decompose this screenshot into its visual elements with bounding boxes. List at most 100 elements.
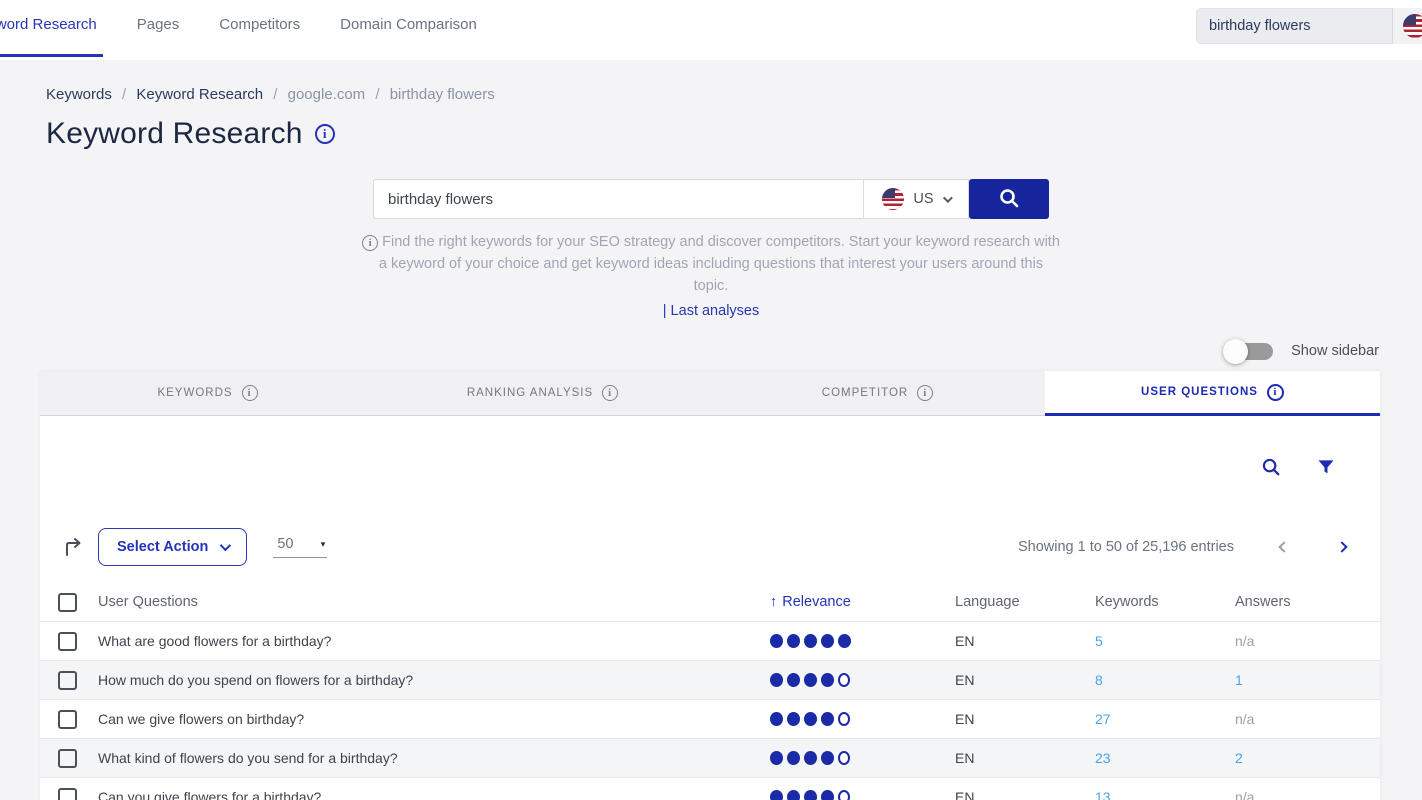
tab-info-icon[interactable]: i: [917, 385, 933, 401]
select-action-label: Select Action: [117, 539, 208, 555]
answers-count-link[interactable]: 1: [1235, 672, 1380, 688]
relevance-dot-filled: [804, 790, 817, 800]
header-user-questions[interactable]: User Questions: [98, 594, 770, 610]
tab-label: RANKING ANALYSIS: [467, 387, 593, 399]
answers-count-link[interactable]: 2: [1235, 750, 1380, 766]
tab-info-icon[interactable]: i: [1267, 384, 1284, 401]
country-flag-segment[interactable]: [1393, 8, 1422, 44]
table-row: How much do you spend on flowers for a b…: [40, 660, 1380, 699]
showing-entries-text: Showing 1 to 50 of 25,196 entries: [1018, 539, 1234, 555]
keywords-count-link[interactable]: 13: [1095, 789, 1111, 800]
answers-value: n/a: [1235, 633, 1380, 649]
toggle-knob: [1223, 339, 1248, 364]
relevance-dot-filled: [787, 712, 800, 726]
us-flag-icon: [882, 188, 904, 210]
global-search-box: [1196, 8, 1422, 44]
nav-item-pages[interactable]: Pages: [137, 16, 180, 57]
relevance-dot-filled: [770, 634, 783, 648]
export-arrow-icon[interactable]: [62, 535, 86, 559]
user-question-text: What kind of flowers do you send for a b…: [98, 750, 770, 766]
keywords-count-link[interactable]: 23: [1095, 750, 1111, 766]
chevron-right-icon: [1336, 541, 1347, 552]
chevron-down-icon: [943, 193, 953, 203]
relevance-dot-outline: [838, 712, 850, 726]
country-selector[interactable]: US: [863, 179, 969, 219]
select-action-dropdown[interactable]: Select Action: [98, 528, 247, 566]
relevance-dot-filled: [804, 751, 817, 765]
answers-value: n/a: [1235, 711, 1380, 727]
show-sidebar-toggle[interactable]: [1225, 343, 1273, 360]
global-search-input[interactable]: [1197, 18, 1392, 34]
tab-bar: KEYWORDS i RANKING ANALYSIS i COMPETITOR…: [40, 371, 1380, 416]
answers-value: n/a: [1235, 789, 1380, 800]
relevance-dot-outline: [838, 673, 850, 687]
relevance-dot-filled: [804, 634, 817, 648]
header-answers[interactable]: Answers: [1235, 594, 1380, 610]
relevance-dots: [770, 751, 955, 765]
next-page-button[interactable]: [1334, 539, 1350, 555]
search-icon: [997, 186, 1021, 213]
relevance-dot-filled: [770, 712, 783, 726]
header-language[interactable]: Language: [955, 594, 1095, 610]
relevance-dot-filled: [787, 751, 800, 765]
tab-keywords[interactable]: KEYWORDS i: [40, 371, 375, 416]
row-checkbox[interactable]: [58, 632, 77, 651]
relevance-dot-filled: [770, 790, 783, 800]
relevance-dot-filled: [804, 712, 817, 726]
page-title: Keyword Research: [46, 117, 303, 151]
language-value: EN: [955, 750, 1095, 766]
relevance-dots: [770, 712, 955, 726]
tab-label: USER QUESTIONS: [1141, 386, 1258, 398]
keywords-count-link[interactable]: 27: [1095, 711, 1111, 727]
row-checkbox[interactable]: [58, 788, 77, 800]
user-question-text: How much do you spend on flowers for a b…: [98, 672, 770, 688]
breadcrumb-keyword-research[interactable]: Keyword Research: [136, 86, 263, 103]
tab-label: COMPETITOR: [822, 387, 908, 399]
row-checkbox[interactable]: [58, 710, 77, 729]
us-flag-icon: [1403, 14, 1422, 38]
header-relevance[interactable]: ↑ Relevance: [770, 594, 955, 610]
row-checkbox[interactable]: [58, 749, 77, 768]
breadcrumb-separator: /: [375, 86, 379, 103]
relevance-dot-filled: [804, 673, 817, 687]
sort-asc-icon: ↑: [770, 594, 777, 610]
tab-user-questions[interactable]: USER QUESTIONS i: [1045, 371, 1380, 416]
show-sidebar-label: Show sidebar: [1291, 343, 1379, 359]
filter-icon[interactable]: [1316, 457, 1336, 477]
relevance-dot-outline: [838, 751, 850, 765]
breadcrumb-keywords[interactable]: Keywords: [46, 86, 112, 103]
nav-item-keyword-research[interactable]: Keyword Research: [0, 16, 97, 57]
keyword-search-input[interactable]: [373, 179, 863, 219]
select-all-checkbox[interactable]: [58, 593, 77, 612]
relevance-dot-outline: [838, 790, 850, 800]
relevance-dot-filled: [821, 634, 834, 648]
header-relevance-label: Relevance: [782, 594, 851, 610]
breadcrumb-keyword: birthday flowers: [390, 86, 495, 103]
table-search-icon[interactable]: [1260, 456, 1282, 478]
nav-item-domain-comparison[interactable]: Domain Comparison: [340, 16, 477, 57]
relevance-dot-filled: [838, 634, 851, 648]
row-checkbox[interactable]: [58, 671, 77, 690]
nav-item-competitors[interactable]: Competitors: [219, 16, 300, 57]
breadcrumb-domain[interactable]: google.com: [288, 86, 366, 103]
last-analyses-link[interactable]: | Last analyses: [41, 303, 1381, 319]
language-value: EN: [955, 789, 1095, 800]
tab-competitor[interactable]: COMPETITOR i: [710, 371, 1045, 416]
keywords-count-link[interactable]: 8: [1095, 672, 1103, 688]
prev-page-button[interactable]: [1276, 539, 1292, 555]
keywords-count-link[interactable]: 5: [1095, 633, 1103, 649]
tab-info-icon[interactable]: i: [242, 385, 258, 401]
relevance-dot-filled: [821, 712, 834, 726]
header-keywords[interactable]: Keywords: [1095, 594, 1235, 610]
tab-ranking-analysis[interactable]: RANKING ANALYSIS i: [375, 371, 710, 416]
tab-info-icon[interactable]: i: [602, 385, 618, 401]
chevron-left-icon: [1278, 541, 1289, 552]
page-size-select[interactable]: 50 ▾: [273, 536, 327, 558]
user-question-text: What are good flowers for a birthday?: [98, 633, 770, 649]
table-body: What are good flowers for a birthday? EN…: [40, 621, 1380, 800]
relevance-dot-filled: [821, 673, 834, 687]
title-info-icon[interactable]: i: [315, 124, 335, 144]
table-row: What kind of flowers do you send for a b…: [40, 738, 1380, 777]
search-button[interactable]: [969, 179, 1049, 219]
table-row: Can you give flowers for a birthday? EN …: [40, 777, 1380, 800]
